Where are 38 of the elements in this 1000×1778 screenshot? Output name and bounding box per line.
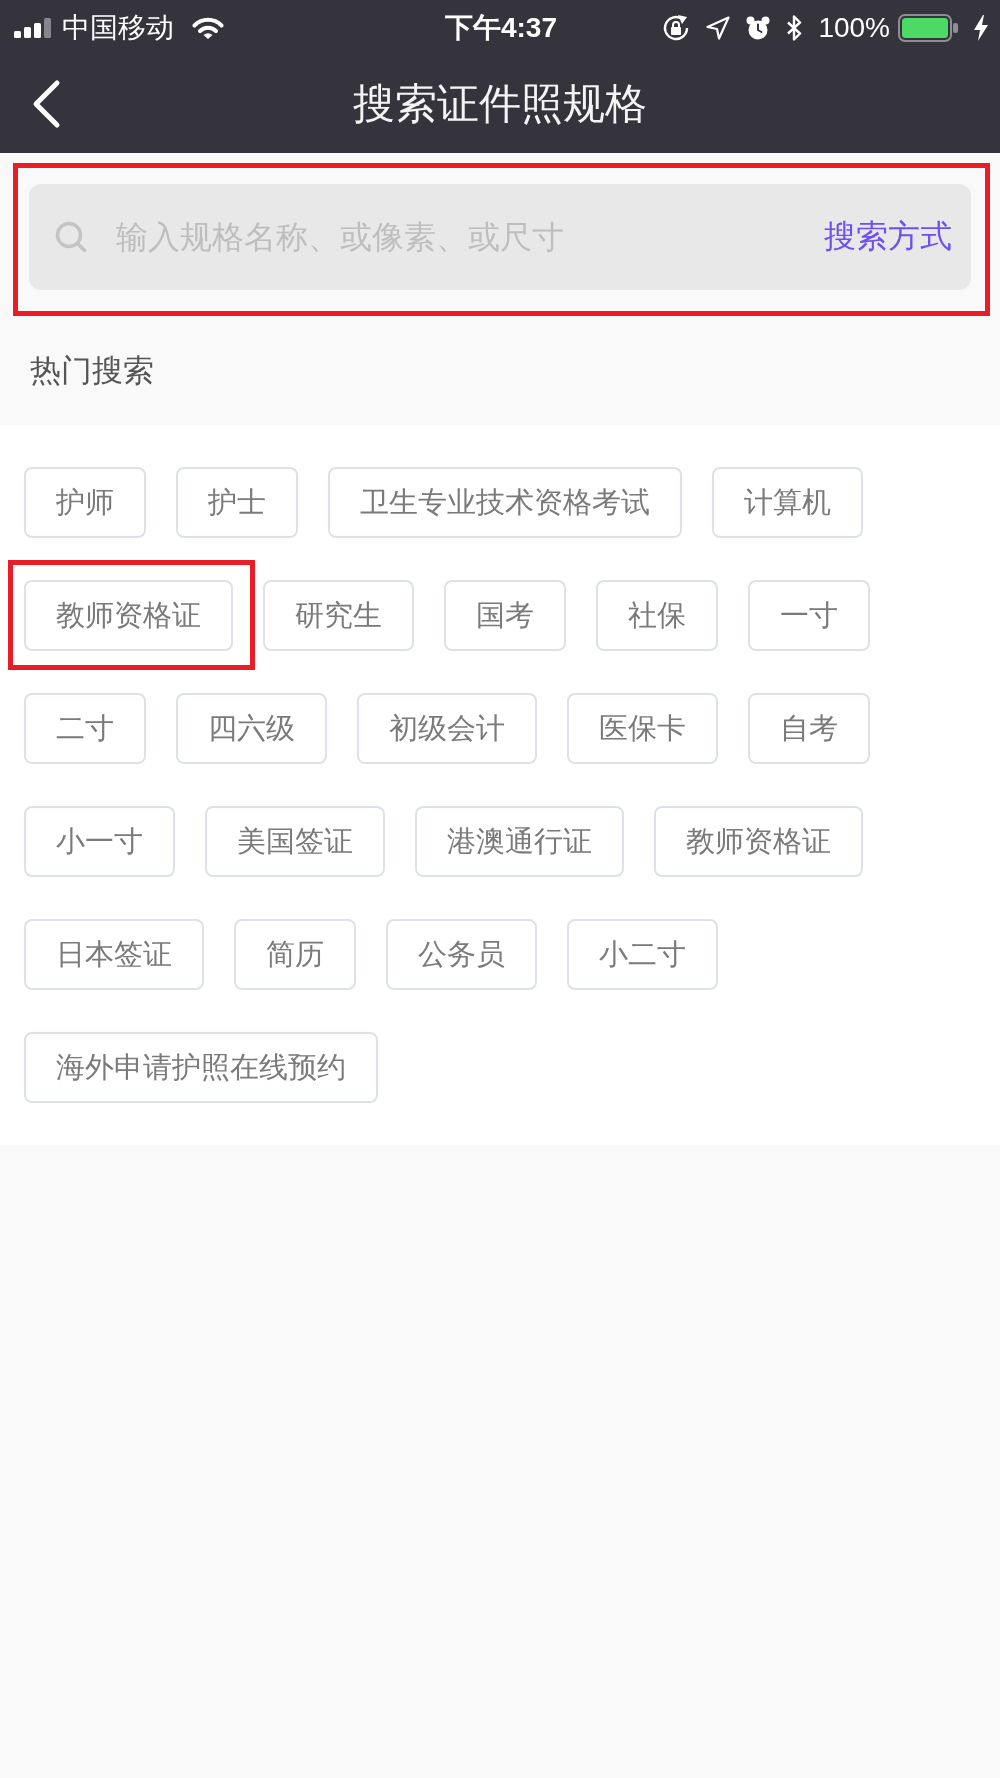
- location-arrow-icon: [706, 15, 731, 40]
- bluetooth-icon: [786, 14, 803, 41]
- search-tag[interactable]: 社保: [596, 580, 718, 651]
- signal-icon: [14, 17, 52, 38]
- search-tag[interactable]: 计算机: [712, 467, 863, 538]
- charging-bolt-icon: [974, 14, 988, 41]
- search-tag[interactable]: 卫生专业技术资格考试: [328, 467, 682, 538]
- search-tag[interactable]: 小一寸: [24, 806, 175, 877]
- clock-time: 下午4:37: [444, 11, 557, 44]
- search-tag[interactable]: 初级会计: [357, 693, 537, 764]
- search-tag[interactable]: 国考: [444, 580, 566, 651]
- search-tag[interactable]: 港澳通行证: [415, 806, 624, 877]
- search-tag[interactable]: 教师资格证: [654, 806, 863, 877]
- search-tag[interactable]: 日本签证: [24, 919, 204, 990]
- search-tag[interactable]: 四六级: [176, 693, 327, 764]
- search-tag[interactable]: 简历: [234, 919, 356, 990]
- battery-percentage: 100%: [818, 11, 890, 44]
- search-tag[interactable]: 自考: [748, 693, 870, 764]
- orientation-lock-icon: [662, 13, 691, 42]
- search-tag[interactable]: 一寸: [748, 580, 870, 651]
- search-icon: [55, 221, 87, 253]
- carrier-name: 中国移动: [62, 11, 174, 44]
- search-tag[interactable]: 护师: [24, 467, 146, 538]
- section-heading: 热门搜索: [30, 351, 154, 390]
- page-title: 搜索证件照规格: [353, 79, 647, 129]
- search-tag[interactable]: 小二寸: [567, 919, 718, 990]
- search-tag[interactable]: 医保卡: [567, 693, 718, 764]
- search-tag[interactable]: 海外申请护照在线预约: [24, 1032, 378, 1103]
- search-mode-link[interactable]: 搜索方式: [824, 215, 952, 259]
- wifi-icon: [192, 15, 224, 40]
- search-tag[interactable]: 护士: [176, 467, 298, 538]
- search-tag[interactable]: 二寸: [24, 693, 146, 764]
- alarm-clock-icon: [746, 15, 771, 40]
- search-tag[interactable]: 教师资格证: [24, 580, 233, 651]
- search-tag[interactable]: 研究生: [263, 580, 414, 651]
- battery-icon: [898, 13, 958, 42]
- search-tag[interactable]: 公务员: [386, 919, 537, 990]
- search-tag[interactable]: 美国签证: [205, 806, 385, 877]
